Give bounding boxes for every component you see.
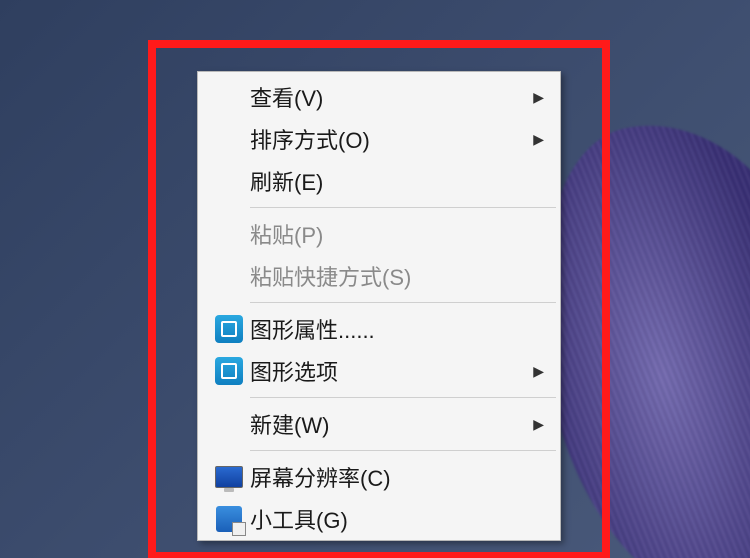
monitor-icon xyxy=(215,466,243,488)
menu-item-icon-slot xyxy=(208,78,250,116)
menu-item-icon-slot xyxy=(208,310,250,348)
menu-item-icon-slot xyxy=(208,500,250,538)
menu-item-label: 查看(V) xyxy=(250,81,524,113)
menu-item-icon-slot xyxy=(208,405,250,443)
menu-item-gadgets[interactable]: 小工具(G) xyxy=(200,498,558,540)
menu-item-icon-slot xyxy=(208,162,250,200)
menu-separator xyxy=(250,397,556,398)
menu-item-label: 屏幕分辨率(C) xyxy=(250,461,524,493)
menu-separator xyxy=(250,450,556,451)
menu-item-sort-by[interactable]: 排序方式(O) ▶ xyxy=(200,118,558,160)
intel-graphics-icon xyxy=(215,315,243,343)
menu-item-paste: 粘贴(P) xyxy=(200,213,558,255)
menu-item-label: 图形选项 xyxy=(250,355,524,387)
menu-separator xyxy=(250,302,556,303)
gadget-icon xyxy=(216,506,242,532)
menu-item-label: 小工具(G) xyxy=(250,503,524,535)
menu-item-new[interactable]: 新建(W) ▶ xyxy=(200,403,558,445)
menu-item-icon-slot xyxy=(208,257,250,295)
menu-item-refresh[interactable]: 刷新(E) xyxy=(200,160,558,202)
menu-item-screen-resolution[interactable]: 屏幕分辨率(C) xyxy=(200,456,558,498)
menu-separator xyxy=(250,207,556,208)
menu-item-icon-slot xyxy=(208,120,250,158)
menu-item-label: 新建(W) xyxy=(250,408,524,440)
desktop-context-menu: 查看(V) ▶ 排序方式(O) ▶ 刷新(E) 粘贴(P) 粘贴快捷方式(S) xyxy=(197,71,561,541)
menu-item-icon-slot xyxy=(208,215,250,253)
menu-item-label: 排序方式(O) xyxy=(250,123,524,155)
submenu-arrow-icon: ▶ xyxy=(524,363,544,380)
menu-item-icon-slot xyxy=(208,352,250,390)
submenu-arrow-icon: ▶ xyxy=(524,131,544,148)
menu-item-view[interactable]: 查看(V) ▶ xyxy=(200,76,558,118)
menu-item-label: 图形属性...... xyxy=(250,313,524,345)
desktop-background[interactable]: 查看(V) ▶ 排序方式(O) ▶ 刷新(E) 粘贴(P) 粘贴快捷方式(S) xyxy=(0,0,750,558)
menu-item-label: 粘贴快捷方式(S) xyxy=(250,260,524,292)
menu-item-label: 刷新(E) xyxy=(250,165,524,197)
menu-item-label: 粘贴(P) xyxy=(250,218,524,250)
menu-item-graphics-properties[interactable]: 图形属性...... xyxy=(200,308,558,350)
submenu-arrow-icon: ▶ xyxy=(524,416,544,433)
menu-item-icon-slot xyxy=(208,458,250,496)
submenu-arrow-icon: ▶ xyxy=(524,89,544,106)
menu-item-graphics-options[interactable]: 图形选项 ▶ xyxy=(200,350,558,392)
menu-item-paste-shortcut: 粘贴快捷方式(S) xyxy=(200,255,558,297)
intel-graphics-icon xyxy=(215,357,243,385)
